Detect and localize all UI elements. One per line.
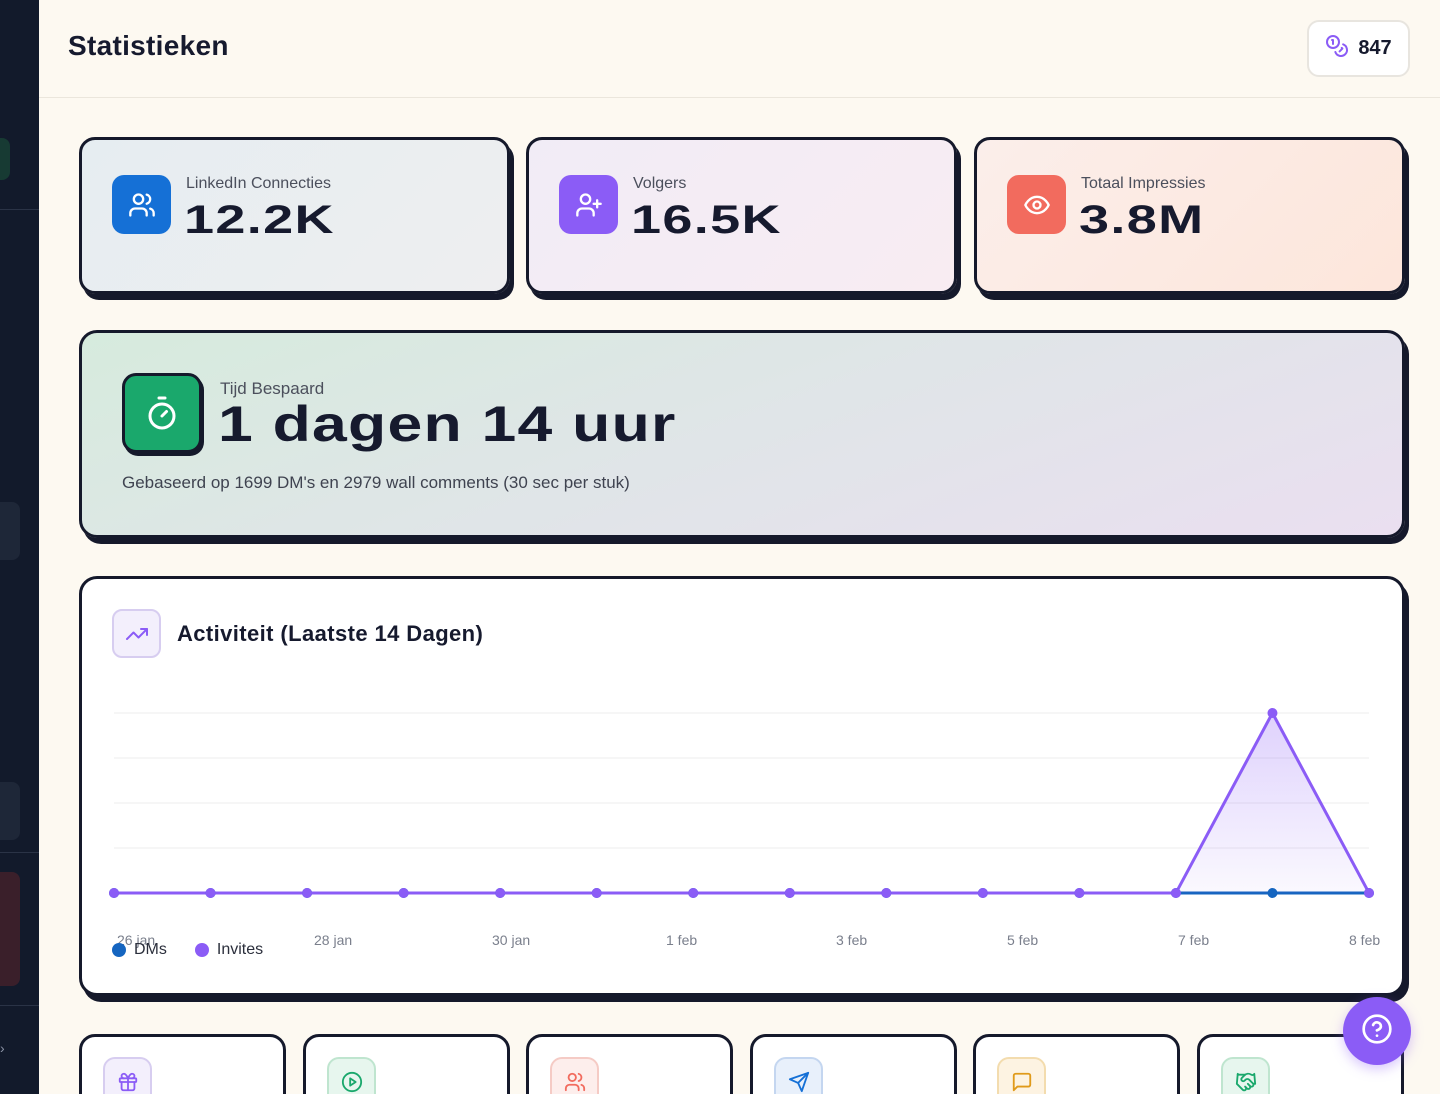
sidebar-item[interactable] <box>0 782 20 840</box>
header: Statistieken 847 <box>39 0 1440 98</box>
message-square-icon <box>997 1057 1046 1094</box>
data-point-invites <box>977 888 988 898</box>
shortcut-card[interactable] <box>303 1034 510 1094</box>
send-icon <box>774 1057 823 1094</box>
stat-label: Totaal Impressies <box>1081 175 1206 192</box>
stopwatch-icon <box>122 373 202 453</box>
legend-item-invites[interactable]: Invites <box>194 941 264 959</box>
x-tick-label: 1 feb <box>666 932 697 948</box>
chart-legend: DMs Invites <box>112 941 263 959</box>
legend-item-dms[interactable]: DMs <box>112 941 167 959</box>
eye-icon <box>1007 175 1066 234</box>
x-tick-label: 5 feb <box>1007 932 1038 948</box>
gift-icon <box>103 1057 152 1094</box>
data-point-invites <box>109 888 119 898</box>
data-point-invites <box>398 888 409 898</box>
data-point-invites <box>302 888 313 898</box>
legend-label: Invites <box>216 941 264 958</box>
sidebar-divider <box>0 209 39 210</box>
user-plus-icon <box>559 175 618 234</box>
sidebar-item[interactable] <box>0 138 10 180</box>
stat-label: Volgers <box>633 175 687 192</box>
users-icon <box>550 1057 599 1094</box>
x-tick-label: 30 jan <box>492 932 530 948</box>
legend-swatch <box>194 943 209 957</box>
stat-card-impressions: Totaal Impressies 3.8M <box>974 137 1405 294</box>
sidebar: › <box>0 0 39 1094</box>
x-tick-label: 8 feb <box>1349 932 1380 948</box>
data-point-invites <box>688 888 699 898</box>
credits-count: 847 <box>1358 37 1392 59</box>
help-button[interactable] <box>1343 997 1411 1065</box>
x-tick-label: 7 feb <box>1178 932 1209 948</box>
data-point-invites <box>205 888 216 898</box>
time-saved-card: Tijd Bespaard 1 dagen 14 uur Gebaseerd o… <box>79 330 1405 538</box>
time-saved-note: Gebaseerd op 1699 DM's en 2979 wall comm… <box>122 473 630 492</box>
legend-swatch <box>112 943 126 957</box>
users-icon <box>112 175 171 234</box>
x-tick-label: 3 feb <box>836 932 867 948</box>
x-tick-label: 28 jan <box>314 932 352 948</box>
stat-value: 12.2K <box>184 198 335 242</box>
stat-card-connections: LinkedIn Connecties 12.2K <box>79 137 510 294</box>
sidebar-item[interactable] <box>0 502 20 560</box>
shortcut-card[interactable] <box>973 1034 1180 1094</box>
sidebar-divider <box>0 852 39 853</box>
stat-card-followers: Volgers 16.5K <box>526 137 957 294</box>
time-saved-value: 1 dagen 14 uur <box>218 396 677 452</box>
shortcut-card[interactable] <box>750 1034 957 1094</box>
sidebar-divider <box>0 1005 39 1006</box>
activity-chart-card: Activiteit (Laatste 14 Dagen) 26 jan 28 j… <box>79 576 1405 996</box>
data-point-invites <box>1074 888 1085 898</box>
play-circle-icon <box>327 1057 376 1094</box>
stat-value: 3.8M <box>1079 198 1205 242</box>
data-point-invites <box>1267 708 1278 718</box>
shortcut-card[interactable] <box>79 1034 286 1094</box>
help-circle-icon <box>1361 1013 1393 1050</box>
legend-label: DMs <box>134 941 167 958</box>
data-point-invites <box>1364 888 1374 898</box>
page-title: Statistieken <box>68 30 229 61</box>
credits-badge[interactable]: 847 <box>1307 20 1410 77</box>
data-point-invites <box>591 888 602 898</box>
data-point-invites <box>784 888 795 898</box>
coins-icon <box>1325 34 1349 63</box>
shortcut-card[interactable] <box>526 1034 733 1094</box>
handshake-icon <box>1221 1057 1270 1094</box>
data-point-invites <box>495 888 506 898</box>
data-point-invites <box>881 888 892 898</box>
expand-sidebar-icon[interactable]: › <box>0 1040 5 1056</box>
data-point-dms <box>1267 888 1278 898</box>
stat-label: LinkedIn Connecties <box>186 175 331 192</box>
sidebar-item[interactable] <box>0 872 20 986</box>
data-point-invites <box>1170 888 1181 898</box>
activity-chart: 26 jan 28 jan 30 jan 1 feb 3 feb 5 feb 7 feb 8 … <box>109 708 1380 948</box>
stat-value: 16.5K <box>631 198 782 242</box>
